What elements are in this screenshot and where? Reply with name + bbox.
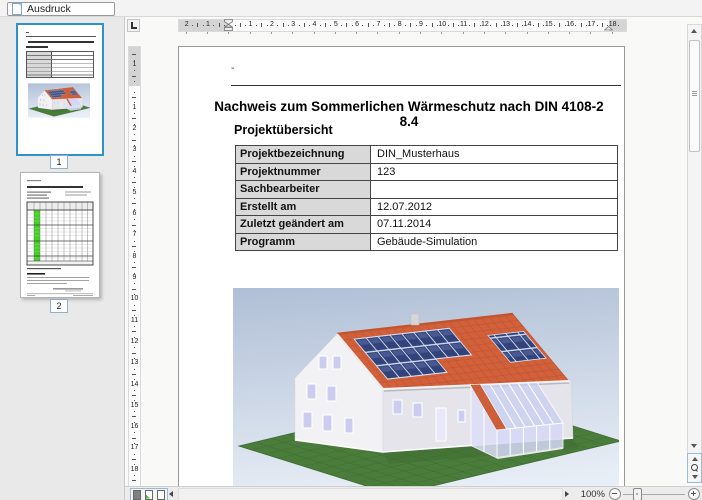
page-number-label-2: 2 <box>50 299 68 313</box>
row-label: Projektbezeichnung <box>236 146 371 164</box>
left-arrow-icon <box>169 491 173 497</box>
document-type-selector[interactable]: Ausdruck <box>7 2 115 16</box>
select-browse-object-button[interactable] <box>688 463 701 472</box>
thumbnail-page-2-preview <box>21 173 99 297</box>
minus-icon <box>612 493 617 494</box>
row-value: 12.07.2012 <box>371 198 618 216</box>
thumbnail-page-1-preview <box>20 27 100 152</box>
row-value: DIN_Musterhaus <box>371 146 618 164</box>
row-label: Programm <box>236 233 371 251</box>
mini-title-line <box>28 41 94 43</box>
vertical-ruler[interactable]: 1123456789101112131415161718 <box>128 46 141 486</box>
single-page-view-button page-icon[interactable] <box>133 490 141 500</box>
scroll-right-button[interactable] <box>561 488 573 500</box>
table-row: ProjektbezeichnungDIN_Musterhaus <box>236 146 618 164</box>
zoom-level-label: 100% <box>573 489 605 500</box>
zoom-in-button[interactable] <box>688 488 700 500</box>
table-row: Sachbearbeiter <box>236 181 618 199</box>
left-tab-icon <box>131 22 137 29</box>
row-label: Projektnummer <box>236 163 371 181</box>
table-row: Zuletzt geändert am07.11.2014 <box>236 216 618 234</box>
thumbnail-page-1[interactable] <box>16 23 104 156</box>
zoom-slider[interactable] <box>623 488 685 500</box>
up-arrow-icon <box>692 457 698 461</box>
row-value <box>371 181 618 199</box>
page-header-text: - <box>231 63 234 74</box>
row-value: 07.11.2014 <box>371 216 618 234</box>
down-arrow-icon <box>692 475 698 479</box>
toolbar: Ausdruck <box>0 0 702 17</box>
magnifier-icon <box>691 464 698 471</box>
document-type-label: Ausdruck <box>27 3 71 15</box>
plus-icon-v <box>693 491 694 496</box>
previous-page-button[interactable] <box>688 454 701 463</box>
horizontal-ruler[interactable]: 21123456789101112131415161718 <box>178 19 627 32</box>
thumb-grip <box>692 91 697 92</box>
document-icon <box>12 3 22 15</box>
zoom-out-button[interactable] <box>609 488 621 500</box>
mini-header-dash <box>26 32 29 33</box>
right-indent-marker[interactable] <box>604 26 613 31</box>
vertical-scrollbar[interactable] <box>687 24 702 482</box>
zoom-slider-handle[interactable] <box>633 488 642 500</box>
hanging-indent-marker[interactable] <box>224 24 233 31</box>
row-label: Erstellt am <box>236 198 371 216</box>
row-label: Zuletzt geändert am <box>236 216 371 234</box>
down-arrow-icon <box>691 444 697 448</box>
mini-project-table <box>26 51 94 78</box>
row-value: 123 <box>371 163 618 181</box>
page-number-label-1: 1 <box>50 155 68 169</box>
house-illustration <box>233 288 619 486</box>
browse-buttons <box>687 453 702 483</box>
vertical-scrollbar-thumb[interactable] <box>689 40 700 152</box>
section-heading: Projektübersicht <box>234 123 333 137</box>
document-page-1: - Nachweis zum Sommerlichen Wärmeschutz … <box>178 46 625 486</box>
mini-header-rule <box>26 36 96 37</box>
tab-stop-selector[interactable] <box>127 19 140 32</box>
normal-view-button page-icon[interactable] <box>157 490 165 500</box>
view-mode-buttons <box>130 488 168 500</box>
page-thumbnail-panel: 1 <box>0 17 125 500</box>
table-row: Erstellt am12.07.2012 <box>236 198 618 216</box>
row-value: Gebäude-Simulation <box>371 233 618 251</box>
scroll-up-button[interactable] <box>688 25 699 36</box>
page-layout-view-button page-icon[interactable] <box>145 490 153 500</box>
thumbnail-page-2[interactable] <box>20 172 100 298</box>
next-page-button[interactable] <box>688 472 701 481</box>
mini-heading-line <box>26 46 48 48</box>
table-row: Projektnummer123 <box>236 163 618 181</box>
print-preview-window: Ausdruck 1 <box>0 0 702 500</box>
table-row: ProgrammGebäude-Simulation <box>236 233 618 251</box>
scroll-left-button[interactable] <box>165 488 177 500</box>
status-bar: 100% <box>125 486 702 500</box>
ruler-bottom-ticks <box>178 32 625 35</box>
page-header-rule <box>231 85 621 86</box>
document-view-area: 21123456789101112131415161718 1123456789… <box>125 17 702 486</box>
project-overview-table: ProjektbezeichnungDIN_Musterhaus Projekt… <box>235 145 618 251</box>
scroll-down-button[interactable] <box>688 440 699 451</box>
mini-house-illustration <box>28 83 90 118</box>
up-arrow-icon <box>691 29 697 33</box>
horizontal-scrollbar-track[interactable] <box>178 488 563 500</box>
row-label: Sachbearbeiter <box>236 181 371 199</box>
right-arrow-icon <box>565 491 569 497</box>
